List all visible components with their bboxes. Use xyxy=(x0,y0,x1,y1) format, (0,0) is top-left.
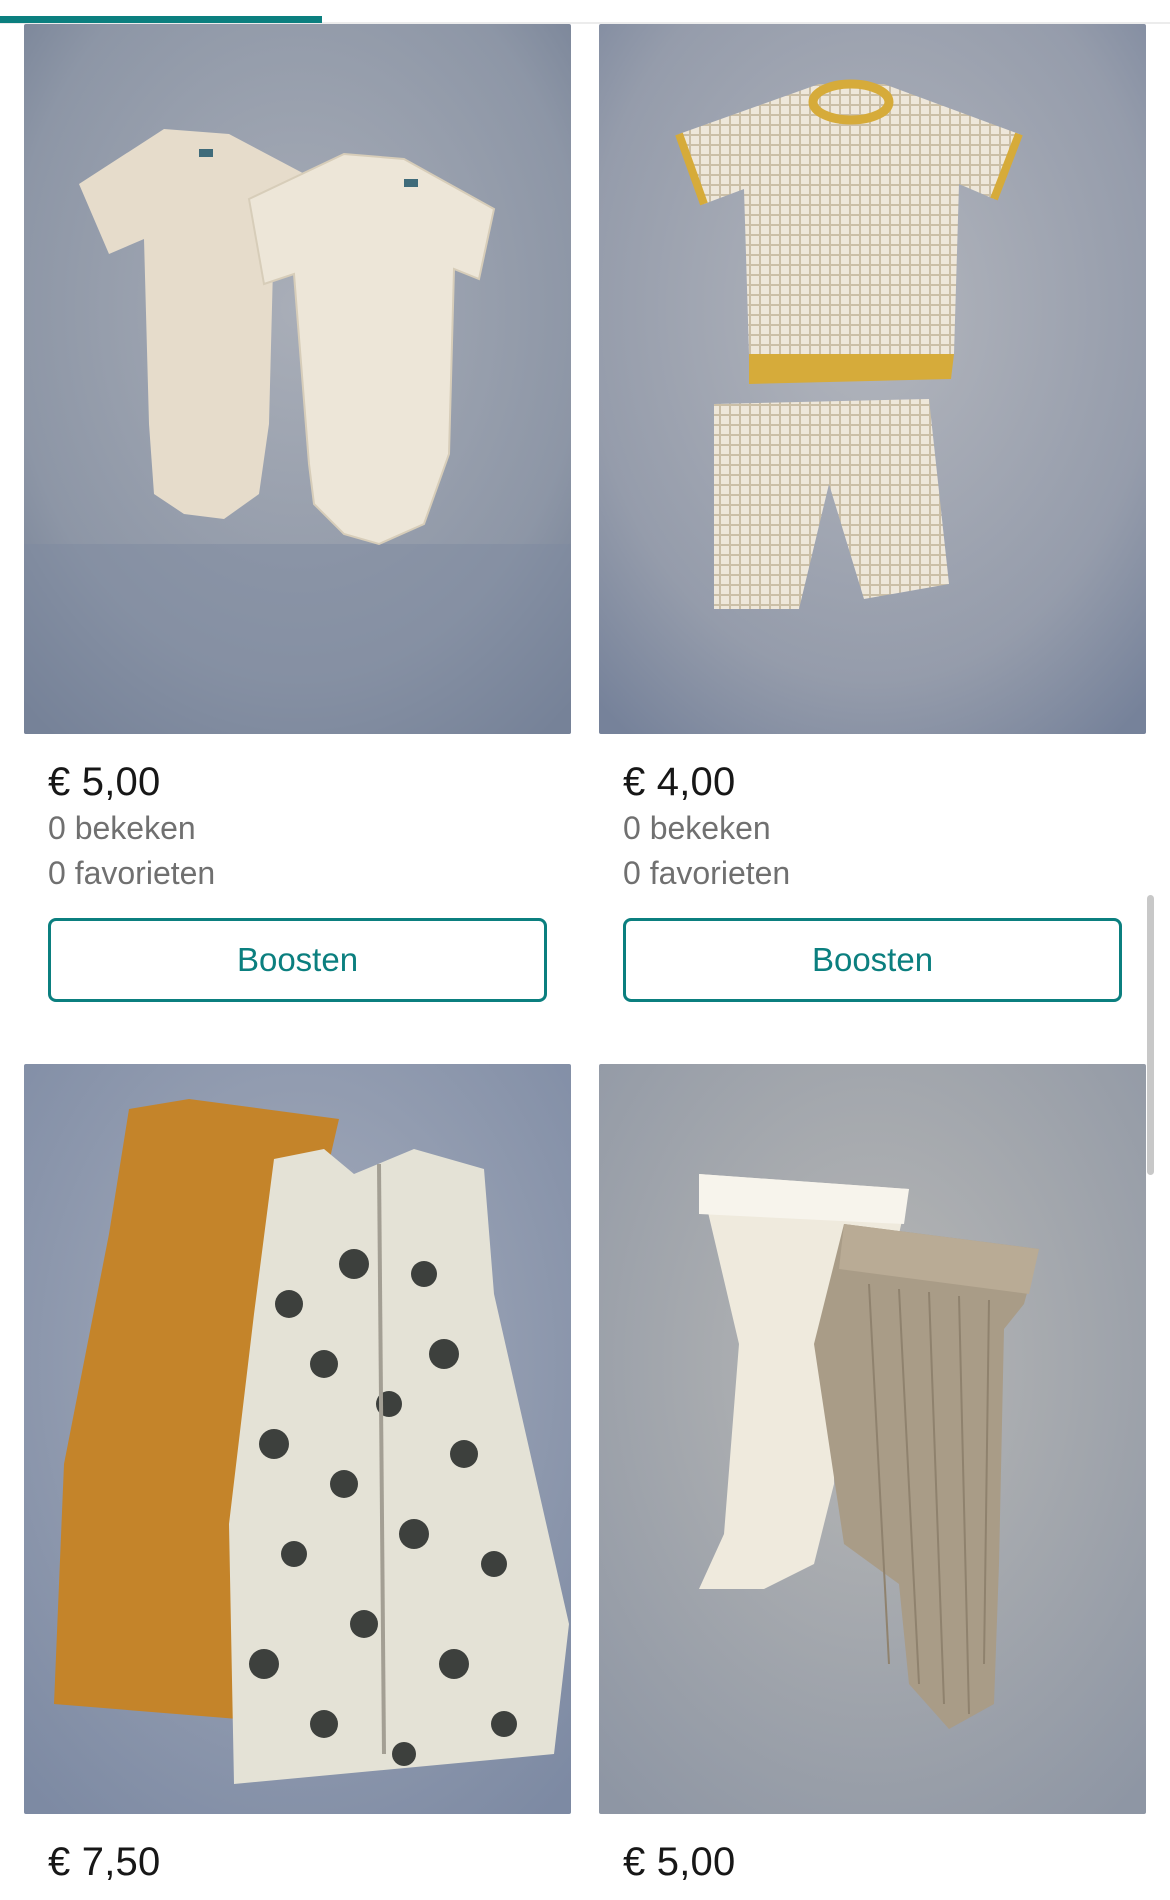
tee-and-shorts-photo xyxy=(599,24,1146,734)
listing-price: € 5,00 xyxy=(48,760,161,804)
listing-price: € 4,00 xyxy=(623,760,736,804)
boost-button[interactable]: Boosten xyxy=(623,918,1122,1002)
leggings-photo xyxy=(599,1064,1146,1814)
listing-photo[interactable] xyxy=(24,24,571,734)
listing-views: 0 bekeken xyxy=(48,810,196,846)
listing-card[interactable]: € 4,00 0 bekeken 0 favorieten Boosten xyxy=(599,24,1146,1002)
upload-progress-bar xyxy=(0,16,322,23)
listing-views: 0 bekeken xyxy=(623,810,771,846)
sleeping-bags-photo xyxy=(24,1064,571,1814)
boost-button[interactable]: Boosten xyxy=(48,918,547,1002)
listing-card[interactable]: € 5,00 xyxy=(599,1064,1146,1886)
listing-favorites: 0 favorieten xyxy=(623,855,791,891)
listing-price: € 7,50 xyxy=(48,1840,161,1884)
upload-progress-track xyxy=(0,0,1170,24)
scrollbar[interactable] xyxy=(1147,895,1154,1175)
listing-grid: € 5,00 0 bekeken 0 favorieten Boosten € … xyxy=(24,24,1146,1886)
bodysuits-photo xyxy=(24,24,571,734)
listing-price: € 5,00 xyxy=(623,1840,736,1884)
listing-photo[interactable] xyxy=(599,24,1146,734)
listing-photo[interactable] xyxy=(599,1064,1146,1814)
listing-photo[interactable] xyxy=(24,1064,571,1814)
listing-card[interactable]: € 5,00 0 bekeken 0 favorieten Boosten xyxy=(24,24,571,1002)
listing-card[interactable]: € 7,50 xyxy=(24,1064,571,1886)
listing-favorites: 0 favorieten xyxy=(48,855,216,891)
